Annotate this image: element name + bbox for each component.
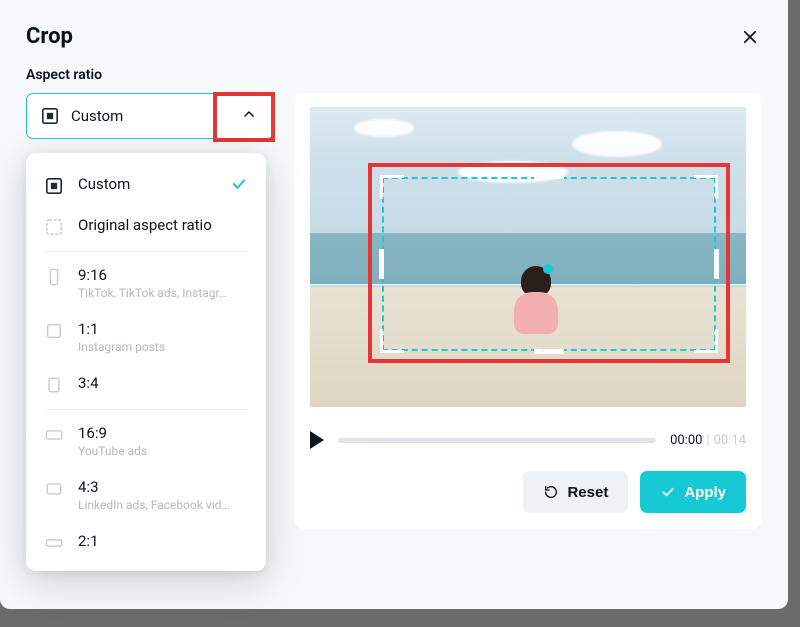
reset-button[interactable]: Reset [523,471,628,513]
option-label: 4:3 [78,478,248,496]
aspect-ratio-dropdown: Custom Original aspect ratio [26,153,266,571]
aspect-ratio-label: Aspect ratio [26,67,762,83]
option-label: 16:9 [78,424,248,442]
divider [44,251,248,252]
video-time: 00:00|00:14 [670,433,746,448]
option-label: Custom [78,175,216,193]
option-label: 3:4 [78,374,248,392]
crop-modal: Crop Aspect ratio Custom [0,0,788,609]
apply-label: Apply [684,484,726,501]
check-icon [230,175,248,193]
aspect-ratio-selected: Custom [71,107,259,125]
option-label: 1:1 [78,320,248,338]
ratio-9-16-icon [44,267,64,287]
time-current: 00:00 [670,433,702,448]
aspect-option-custom[interactable]: Custom [26,165,266,206]
reset-icon [543,484,559,500]
modal-header: Crop [26,24,762,49]
chevron-up-icon [241,106,257,126]
close-button[interactable] [738,25,762,49]
option-subtitle: TikTok, TikTok ads, Instagr… [78,286,238,300]
option-label: 9:16 [78,266,248,284]
video-controls: 00:00|00:14 [310,431,746,449]
aspect-ratio-select[interactable]: Custom [26,93,274,139]
aspect-option-2-1[interactable]: 2:1 [26,522,266,563]
reset-label: Reset [567,484,608,501]
video-preview[interactable] [310,107,746,407]
modal-title: Crop [26,24,73,49]
option-label: 2:1 [78,532,248,550]
aspect-option-16-9[interactable]: 16:9 YouTube ads [26,414,266,468]
play-button[interactable] [310,431,324,449]
option-subtitle: Instagram posts [78,340,238,354]
ratio-4-3-icon [44,479,64,499]
close-icon [741,28,759,46]
time-duration: 00:14 [714,433,746,448]
ratio-1-1-icon [44,321,64,341]
footer-actions: Reset Apply [310,471,746,513]
aspect-option-1-1[interactable]: 1:1 Instagram posts [26,310,266,364]
video-progress[interactable] [338,438,656,443]
check-icon [660,484,676,500]
option-label: Original aspect ratio [78,216,248,234]
custom-aspect-icon [44,176,64,196]
ratio-16-9-icon [44,425,64,445]
aspect-option-4-3[interactable]: 4:3 LinkedIn ads, Facebook vid… [26,468,266,522]
option-subtitle: YouTube ads [78,444,238,458]
highlight-annotation [368,163,730,363]
ratio-2-1-icon [44,533,64,553]
divider [44,409,248,410]
option-subtitle: LinkedIn ads, Facebook vid… [78,498,238,512]
apply-button[interactable]: Apply [640,471,746,513]
ratio-3-4-icon [44,375,64,395]
original-aspect-icon [44,217,64,237]
aspect-option-9-16[interactable]: 9:16 TikTok, TikTok ads, Instagr… [26,256,266,310]
aspect-option-3-4[interactable]: 3:4 [26,364,266,405]
custom-aspect-icon [41,107,59,125]
preview-panel: 00:00|00:14 Reset Apply [294,93,762,529]
aspect-option-original[interactable]: Original aspect ratio [26,206,266,247]
